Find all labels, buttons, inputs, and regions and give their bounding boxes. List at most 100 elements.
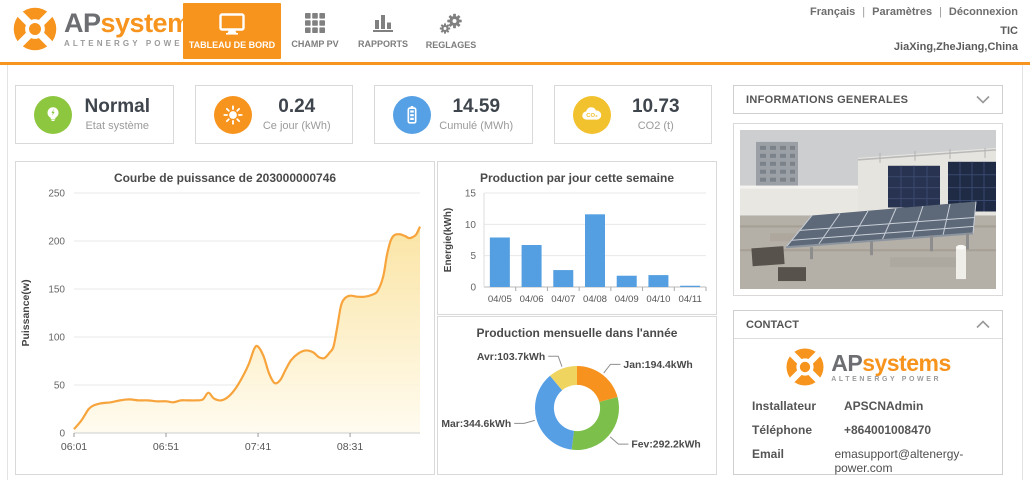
svg-text:06:01: 06:01 (61, 441, 87, 453)
site-photo-frame (733, 123, 1003, 296)
phone-label: Téléphone (752, 423, 844, 437)
bulb-icon (34, 96, 72, 134)
contact-row-phone: Téléphone +864001008470 (734, 418, 1002, 442)
svg-text:50: 50 (54, 381, 66, 392)
svg-text:04/07: 04/07 (551, 294, 575, 305)
card-today-energy: 0.24 Ce jour (kWh) (195, 85, 354, 144)
monthly-production-title: Production mensuelle dans l'année (438, 317, 716, 340)
main-nav: TABLEAU DE BORD CHAMP PV (183, 0, 485, 62)
contact-header[interactable]: CONTACT (734, 311, 1002, 339)
weekly-production-title: Production par jour cette semaine (438, 162, 716, 185)
tab-champ-pv-label: CHAMP PV (291, 39, 338, 49)
gears-icon (439, 13, 463, 35)
svg-text:Puissance(w): Puissance(w) (20, 279, 32, 346)
chevron-down-icon (976, 95, 990, 104)
svg-text:Mar:344.6kWh: Mar:344.6kWh (441, 419, 511, 430)
tab-reglages[interactable]: REGLAGES (417, 0, 485, 62)
power-curve-panel: Courbe de puissance de 203000000746 0 50 1… (15, 161, 435, 475)
tab-dashboard[interactable]: TABLEAU DE BORD (183, 3, 281, 59)
svg-text:CO₂: CO₂ (586, 113, 598, 119)
tab-rapports[interactable]: RAPPORTS (349, 0, 417, 62)
phone-value: +864001008470 (844, 423, 931, 437)
chevron-up-icon (976, 320, 990, 329)
tab-rapports-label: RAPPORTS (358, 39, 408, 49)
site-photo (740, 130, 996, 289)
power-curve-chart: 05010015020025006:0106:5107:4108:31Puiss… (16, 185, 434, 472)
installer-label: Installateur (752, 399, 844, 413)
svg-text:07:41: 07:41 (245, 441, 271, 453)
svg-text:Fev:292.2kWh: Fev:292.2kWh (631, 440, 700, 451)
co2-icon: CO₂ (573, 96, 611, 134)
svg-text:Avr:103.7kWh: Avr:103.7kWh (477, 352, 545, 363)
contact-row-installer: Installateur APSCNAdmin (734, 394, 1002, 418)
power-curve-title: Courbe de puissance de 203000000746 (16, 162, 434, 185)
svg-text:10: 10 (465, 220, 477, 231)
lifetime-energy-label: Cumulé (MWh) (431, 120, 522, 132)
email-label: Email (752, 447, 834, 475)
language-link[interactable]: Français (810, 6, 855, 18)
svg-text:Jan:194.4kWh: Jan:194.4kWh (623, 360, 692, 371)
header-links: Français|Paramètres|Déconnexion (810, 6, 1018, 18)
card-lifetime-energy: 14.59 Cumulé (MWh) (374, 85, 533, 144)
header-user-area: Français|Paramètres|Déconnexion TIC JiaX… (810, 6, 1018, 53)
contact-rows: Installateur APSCNAdmin Téléphone +86400… (734, 394, 1002, 480)
svg-text:04/10: 04/10 (646, 294, 670, 305)
monthly-production-chart: Jan:194.4kWh Fev:292.2kWh Mar:344.6kWh Avr:… (438, 340, 716, 475)
monitor-icon (219, 13, 245, 35)
card-system-status: Normal Etat système (15, 85, 174, 144)
svg-text:200: 200 (48, 237, 65, 248)
svg-text:5: 5 (470, 251, 476, 262)
apsystems-sun-icon (785, 347, 825, 387)
svg-text:100: 100 (48, 333, 65, 344)
contact-title: CONTACT (746, 319, 799, 331)
status-cards: Normal Etat système 0.24 Ce jour (k (15, 85, 712, 144)
svg-text:04/11: 04/11 (678, 294, 701, 305)
svg-text:Energie(kWh): Energie(kWh) (443, 208, 454, 272)
today-energy-value: 0.24 (252, 97, 343, 117)
svg-text:150: 150 (48, 285, 65, 296)
contact-brand-name: APsystems (831, 352, 951, 375)
app-header: APsystems ALTENERGY POWER TABLEAU DE BOR… (0, 0, 1030, 62)
svg-text:15: 15 (465, 189, 477, 200)
card-co2: CO₂ 10.73 CO2 (t) (554, 85, 713, 144)
system-status-value: Normal (72, 97, 163, 117)
apsystems-sun-icon (12, 6, 58, 52)
co2-label: CO2 (t) (611, 120, 702, 132)
system-status-label: Etat système (72, 120, 163, 132)
contact-panel: CONTACT APsystems ALTENERGY POWER Instal… (733, 310, 1003, 475)
informations-generales-header[interactable]: INFORMATIONS GENERALES (733, 85, 1003, 114)
contact-logo: APsystems ALTENERGY POWER (734, 347, 1002, 387)
svg-text:0: 0 (59, 429, 65, 440)
svg-text:08:31: 08:31 (337, 441, 363, 453)
svg-text:04/06: 04/06 (520, 294, 544, 305)
bar-chart-icon (372, 13, 394, 34)
battery-icon (393, 96, 431, 134)
grid-icon (305, 13, 326, 34)
svg-text:0: 0 (470, 283, 476, 294)
svg-text:04/05: 04/05 (488, 294, 512, 305)
account-location: JiaXing,ZheJiang,China (810, 41, 1018, 53)
weekly-production-chart: 0 5 10 15 04/05 04/06 04/07 04/08 04/09 04/10 04/1… (438, 185, 716, 316)
tab-dashboard-label: TABLEAU DE BORD (189, 40, 275, 50)
tab-champ-pv[interactable]: CHAMP PV (281, 0, 349, 62)
contact-brand-tagline: ALTENERGY POWER (831, 376, 951, 383)
ema-dashboard: APsystems ALTENERGY POWER TABLEAU DE BOR… (0, 0, 1030, 480)
co2-value: 10.73 (611, 97, 702, 117)
lifetime-energy-value: 14.59 (431, 97, 522, 117)
contact-row-email: Email emasupport@altenergy-power.com (734, 442, 1002, 480)
today-energy-label: Ce jour (kWh) (252, 120, 343, 132)
informations-generales-title: INFORMATIONS GENERALES (746, 94, 908, 106)
sun-icon (214, 96, 252, 134)
logout-link[interactable]: Déconnexion (949, 6, 1018, 18)
tab-reglages-label: REGLAGES (426, 40, 477, 50)
svg-text:04/08: 04/08 (583, 294, 607, 305)
account-name: TIC (810, 25, 1018, 37)
svg-text:250: 250 (48, 189, 65, 200)
email-value: emasupport@altenergy-power.com (834, 447, 1002, 475)
settings-link[interactable]: Paramètres (872, 6, 932, 18)
weekly-production-panel: Production par jour cette semaine 0 5 10 15… (437, 161, 717, 315)
installer-value: APSCNAdmin (844, 399, 923, 413)
monthly-production-panel: Production mensuelle dans l'année Jan:19… (437, 316, 717, 475)
apsystems-logo: APsystems ALTENERGY POWER (12, 6, 205, 52)
svg-text:04/09: 04/09 (615, 294, 639, 305)
